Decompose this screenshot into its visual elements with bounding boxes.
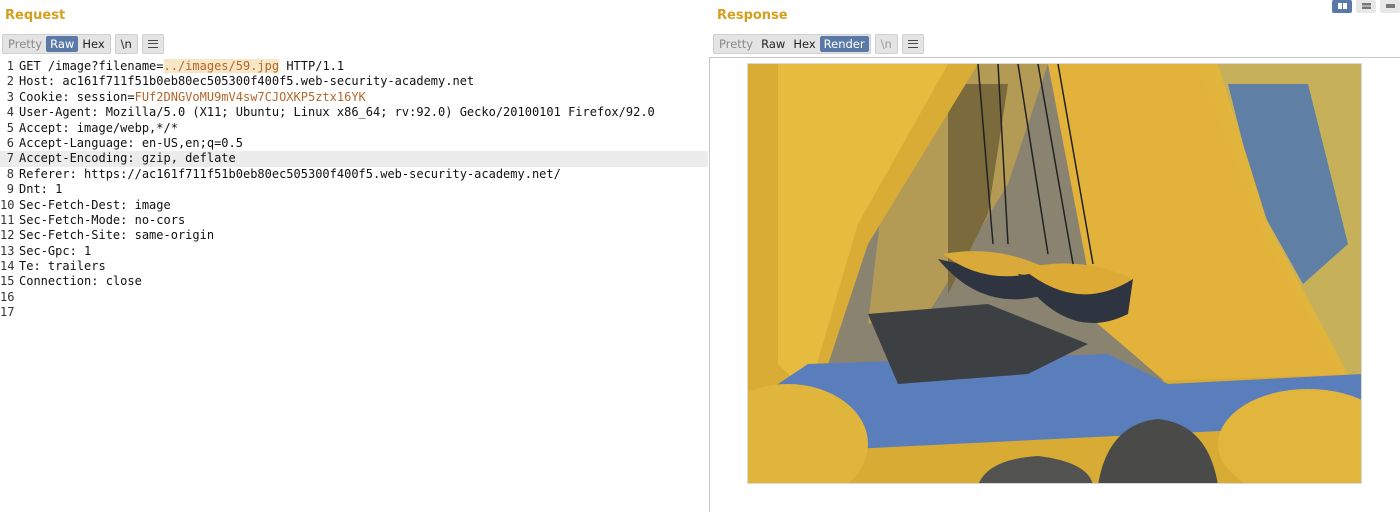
line-text: Sec-Fetch-Dest: image: [19, 197, 171, 212]
line-number: 11: [0, 212, 15, 227]
line-content: Accept-Language: en-US,en;q=0.5: [14, 136, 243, 151]
line-text: Accept-Language: en-US,en;q=0.5: [19, 135, 243, 150]
editor-line[interactable]: 4 User-Agent: Mozilla/5.0 (X11; Ubuntu; L…: [0, 105, 708, 120]
line-content: [14, 290, 19, 305]
line-content: Te: trailers: [14, 259, 106, 274]
line-number: 10: [0, 197, 15, 212]
line-content: Host: ac161f711f51b0eb80ec505300f400f5.w…: [14, 74, 474, 89]
rendered-image: [747, 63, 1362, 484]
line-number: 14: [0, 259, 15, 274]
editor-line[interactable]: 3 Cookie: session=FUf2DNGVoMU9mV4sw7CJOXK…: [0, 90, 708, 105]
request-view-tabs: Pretty Raw Hex: [2, 34, 111, 54]
split-vertical-icon[interactable]: [1356, 0, 1376, 13]
line-text: Host: ac161f711f51b0eb80ec505300f400f5.w…: [19, 74, 475, 89]
response-raw-tab[interactable]: Raw: [757, 36, 789, 52]
editor-line[interactable]: 6 Accept-Language: en-US,en;q=0.5: [0, 136, 708, 151]
editor-line[interactable]: 14 Te: trailers: [0, 259, 708, 274]
request-toolbar: Pretty Raw Hex \n: [2, 34, 164, 54]
response-view-tabs: Pretty Raw Hex Render: [713, 34, 871, 54]
line-text: Accept-Encoding: gzip, deflate: [19, 151, 236, 166]
line-content: Sec-Fetch-Mode: no-cors: [14, 213, 185, 228]
line-text: GET /image?filename=: [19, 59, 164, 73]
response-render-tab[interactable]: Render: [819, 36, 869, 52]
response-pretty-tab[interactable]: Pretty: [715, 36, 757, 52]
line-content: User-Agent: Mozilla/5.0 (X11; Ubuntu; Li…: [14, 105, 655, 120]
highlighted-value: ../images/59.jpg: [163, 59, 280, 73]
request-title: Request: [5, 8, 66, 23]
editor-line[interactable]: 7 Accept-Encoding: gzip, deflate: [0, 151, 708, 167]
editor-line[interactable]: 15 Connection: close: [0, 274, 708, 289]
line-text: Sec-Fetch-Mode: no-cors: [19, 212, 186, 227]
editor-line[interactable]: 17: [0, 305, 708, 320]
line-content: GET /image?filename=../images/59.jpg HTT…: [14, 59, 344, 74]
line-number: 4: [6, 105, 14, 120]
line-text: Sec-Fetch-Site: same-origin: [19, 228, 215, 243]
request-editor[interactable]: 1 GET /image?filename=../images/59.jpg HT…: [0, 59, 708, 512]
line-number: 6: [6, 135, 14, 150]
line-text: Cookie: session=: [19, 89, 135, 104]
line-text: Referer: https://ac161f711f51b0eb80ec505…: [19, 166, 561, 181]
line-content: [14, 305, 19, 320]
request-menu-button[interactable]: [141, 34, 164, 54]
line-number: 8: [6, 166, 14, 181]
response-hex-tab[interactable]: Hex: [789, 36, 819, 52]
response-newline-toggle[interactable]: \n: [874, 34, 898, 54]
split-horizontal-icon[interactable]: [1332, 0, 1352, 13]
response-render-area: [709, 57, 1400, 512]
line-number: 5: [6, 120, 14, 135]
editor-line[interactable]: 5 Accept: image/webp,*/*: [0, 121, 708, 136]
line-number: 9: [6, 182, 14, 197]
line-number: 7: [6, 151, 14, 166]
editor-line[interactable]: 13 Sec-Gpc: 1: [0, 244, 708, 259]
editor-line[interactable]: 16: [0, 290, 708, 305]
line-text: HTTP/1.1: [279, 59, 345, 73]
editor-line[interactable]: 1 GET /image?filename=../images/59.jpg HT…: [0, 59, 708, 74]
request-pretty-tab[interactable]: Pretty: [4, 36, 46, 52]
line-number: 1: [6, 59, 14, 73]
line-text: Dnt: 1: [19, 182, 63, 197]
editor-line[interactable]: 12 Sec-Fetch-Site: same-origin: [0, 228, 708, 243]
line-text: Sec-Gpc: 1: [19, 243, 92, 258]
line-text: User-Agent: Mozilla/5.0 (X11; Ubuntu; Li…: [19, 105, 655, 120]
request-raw-tab[interactable]: Raw: [46, 36, 79, 52]
line-number: 15: [0, 274, 15, 289]
editor-line[interactable]: 8 Referer: https://ac161f711f51b0eb80ec50…: [0, 167, 708, 182]
line-number: 12: [0, 228, 15, 243]
line-content: Connection: close: [14, 274, 142, 289]
response-toolbar: Pretty Raw Hex Render \n: [713, 34, 924, 54]
line-text: Connection: close: [19, 274, 142, 289]
editor-line[interactable]: 11 Sec-Fetch-Mode: no-cors: [0, 213, 708, 228]
line-number: 2: [6, 74, 14, 89]
line-content: Sec-Gpc: 1: [14, 244, 91, 259]
single-pane-icon[interactable]: [1380, 0, 1400, 13]
request-newline-toggle[interactable]: \n: [114, 34, 138, 54]
line-content: Dnt: 1: [14, 182, 62, 197]
highlighted-value: FUf2DNGVoMU9mV4sw7CJOXKP5ztx16YK: [134, 89, 366, 104]
menu-icon: [907, 40, 918, 48]
line-content: Accept-Encoding: gzip, deflate: [14, 151, 236, 166]
line-number: 16: [0, 289, 15, 304]
line-number: 3: [6, 89, 14, 104]
layout-switcher: [1332, 0, 1400, 13]
line-content: Sec-Fetch-Dest: image: [14, 198, 171, 213]
line-content: Accept: image/webp,*/*: [14, 121, 178, 136]
line-content: Referer: https://ac161f711f51b0eb80ec505…: [14, 167, 561, 182]
line-number: 17: [0, 305, 15, 320]
editor-line[interactable]: 2 Host: ac161f711f51b0eb80ec505300f400f5.…: [0, 74, 708, 89]
request-hex-tab[interactable]: Hex: [78, 36, 108, 52]
menu-icon: [147, 40, 158, 48]
line-number: 13: [0, 243, 15, 258]
line-text: Te: trailers: [19, 259, 106, 274]
line-content: Cookie: session=FUf2DNGVoMU9mV4sw7CJOXKP…: [14, 90, 366, 105]
editor-line[interactable]: 9 Dnt: 1: [0, 182, 708, 197]
line-content: Sec-Fetch-Site: same-origin: [14, 228, 214, 243]
response-title: Response: [717, 8, 788, 23]
line-text: Accept: image/webp,*/*: [19, 120, 178, 135]
editor-line[interactable]: 10 Sec-Fetch-Dest: image: [0, 198, 708, 213]
response-menu-button[interactable]: [901, 34, 924, 54]
